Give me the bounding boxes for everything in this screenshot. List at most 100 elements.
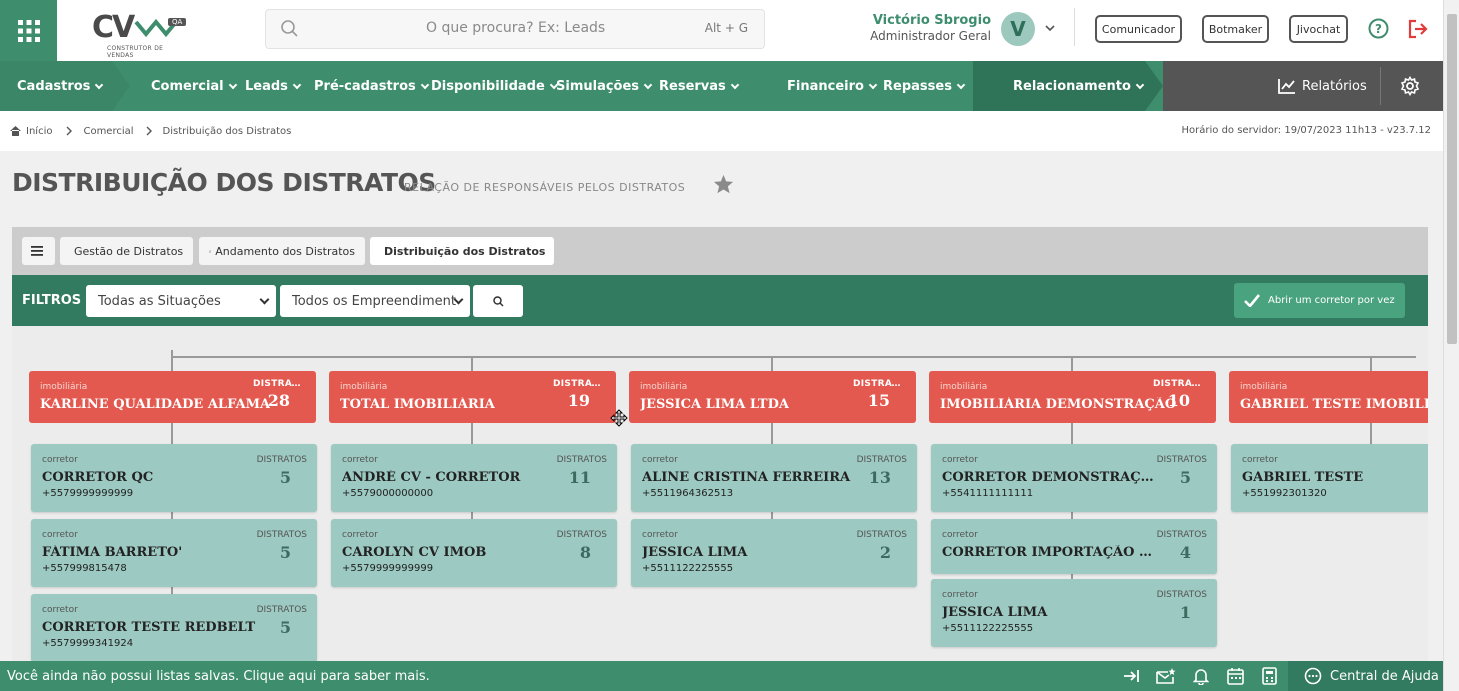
chevron-down-icon bbox=[1135, 80, 1145, 89]
nav-relatorios[interactable]: Relatórios bbox=[1278, 61, 1367, 111]
corretor-card[interactable]: corretor FÁTIMA BARRETO' +557999815478 D… bbox=[31, 519, 317, 587]
avatar[interactable]: V bbox=[1001, 12, 1035, 46]
imobiliaria-card[interactable]: imobiliária JESSICA LIMA LTDA DISTRAT...… bbox=[629, 371, 916, 423]
nav-relacionamento[interactable]: Relacionamento bbox=[1013, 61, 1145, 111]
breadcrumb-home[interactable]: Início bbox=[26, 126, 52, 137]
empreendimento-select[interactable]: Todos os Empreendiment bbox=[280, 285, 470, 317]
breadcrumb-comercial[interactable]: Comercial bbox=[83, 126, 133, 137]
corretor-card[interactable]: corretor JESSICA LIMA +5511122225555 DIS… bbox=[631, 519, 917, 587]
nav-label: Disponibilidade bbox=[431, 78, 545, 94]
corretor-phone: +5579999999999 bbox=[342, 563, 434, 574]
help-center-button[interactable]: Central de Ajuda bbox=[1288, 661, 1443, 691]
corretor-card[interactable]: corretor JESSICA LIMA +5511122225555 DIS… bbox=[931, 579, 1217, 647]
imobiliaria-card[interactable]: imobiliária IMOBILIÁRIA DEMONSTRAÇÃO DIS… bbox=[929, 371, 1216, 423]
corretor-phone: +5579000000000 bbox=[342, 488, 434, 499]
tab-distribuicao-distratos[interactable]: Distribuição dos Distratos bbox=[370, 237, 554, 265]
search-icon bbox=[281, 20, 298, 37]
calculator-icon[interactable] bbox=[1262, 667, 1277, 685]
corretor-name: CORRETOR DEMONSTRAÇÃO bbox=[942, 470, 1157, 485]
nav-disponibilidade[interactable]: Disponibilidade bbox=[431, 61, 559, 111]
user-name: Victório Sbrogio bbox=[872, 13, 991, 28]
distratos-count: 5 bbox=[1179, 468, 1191, 487]
jivochat-button[interactable]: Jivochat bbox=[1289, 15, 1348, 43]
check-icon bbox=[1244, 294, 1260, 307]
nav-comercial[interactable]: Comercial bbox=[151, 61, 237, 111]
distratos-count: 8 bbox=[579, 543, 591, 562]
distratos-count: 2 bbox=[879, 543, 891, 562]
vertical-scrollbar[interactable] bbox=[1443, 0, 1459, 691]
distratos-label: DISTRAT... bbox=[253, 379, 303, 389]
chevron-right-icon bbox=[146, 126, 152, 136]
nav-leads[interactable]: Leads bbox=[245, 61, 302, 111]
corretor-card[interactable]: corretor CORRETOR QC +5579999999999 DIST… bbox=[31, 444, 317, 512]
card-type: corretor bbox=[642, 455, 678, 465]
footer-bar: Você ainda não possui listas salvas. Cli… bbox=[0, 661, 1443, 691]
mail-star-icon[interactable] bbox=[1156, 667, 1176, 685]
chevron-down-icon bbox=[420, 80, 429, 89]
gear-icon[interactable] bbox=[1400, 76, 1420, 96]
card-type: corretor bbox=[342, 455, 378, 465]
collapse-right-icon[interactable] bbox=[1122, 667, 1140, 685]
imobiliaria-card[interactable]: imobiliária TOTAL IMOBILIÁRIA DISTRAT...… bbox=[329, 371, 616, 423]
logo-text: CV bbox=[92, 9, 135, 45]
corretor-card[interactable]: corretor GABRIEL TESTE +551992301320 bbox=[1231, 444, 1428, 512]
chevron-down-icon[interactable] bbox=[1044, 22, 1056, 34]
distratos-label: DISTRATOS bbox=[256, 530, 307, 540]
filter-search-button[interactable] bbox=[473, 285, 523, 317]
imobiliaria-name: IMOBILIÁRIA DEMONSTRAÇÃO bbox=[940, 397, 1177, 412]
corretor-card[interactable]: corretor CORRETOR IMPORTAÇÃO RES... DIST… bbox=[931, 519, 1217, 574]
distratos-count: 15 bbox=[867, 391, 890, 410]
cv-logo[interactable]: CV QA CONSTRUTOR DE VENDAS bbox=[92, 6, 187, 59]
botmaker-button[interactable]: Botmaker bbox=[1202, 15, 1269, 43]
svg-text:?: ? bbox=[1375, 22, 1382, 36]
corretor-card[interactable]: corretor CORRETOR TESTE REDBELT +5579999… bbox=[31, 594, 317, 661]
filters-bar: FILTROS Todas as Situações Todos os Empr… bbox=[12, 275, 1428, 326]
imobiliaria-card[interactable]: imobiliária GABRIEL TESTE IMOBILIÁRIA bbox=[1229, 371, 1428, 423]
card-type: corretor bbox=[42, 605, 78, 615]
corretor-card[interactable]: corretor ALINE CRISTINA FERREIRA +551196… bbox=[631, 444, 917, 512]
corretor-name: CORRETOR QC bbox=[42, 470, 154, 485]
open-one-broker-toggle[interactable]: Abrir um corretor por vez bbox=[1234, 283, 1405, 318]
tab-andamento-distratos[interactable]: Andamento dos Distratos bbox=[199, 237, 365, 265]
corretor-card[interactable]: corretor CAROLYN CV IMOB +5579999999999 … bbox=[331, 519, 617, 587]
nav-reservas[interactable]: Reservas bbox=[659, 61, 740, 111]
logout-icon[interactable] bbox=[1407, 18, 1429, 40]
global-search[interactable]: O que procura? Ex: Leads Alt + G bbox=[265, 9, 765, 49]
nav-cadastros[interactable]: Cadastros bbox=[17, 61, 104, 111]
corretor-name: FÁTIMA BARRETO' bbox=[42, 545, 183, 560]
tree-connector bbox=[1071, 356, 1073, 371]
situacao-select[interactable]: Todas as Situações bbox=[86, 285, 276, 317]
nav-financeiro[interactable]: Financeiro bbox=[787, 61, 878, 111]
star-icon[interactable] bbox=[713, 174, 734, 194]
help-icon[interactable]: ? bbox=[1368, 18, 1389, 39]
card-type: corretor bbox=[642, 530, 678, 540]
nav-repasses[interactable]: Repasses bbox=[883, 61, 966, 111]
corretor-card[interactable]: corretor CORRETOR DEMONSTRAÇÃO +55411111… bbox=[931, 444, 1217, 512]
imobiliaria-card[interactable]: imobiliária KARLINE QUALIDADE ALFAMA DIS… bbox=[29, 371, 316, 423]
comunicador-button[interactable]: Comunicador bbox=[1095, 15, 1182, 43]
top-header: CV QA CONSTRUTOR DE VENDAS O que procura… bbox=[0, 0, 1443, 61]
breadcrumb-current: Distribuição dos Distratos bbox=[162, 125, 292, 137]
tab-gestao-distratos[interactable]: Gestão de Distratos bbox=[60, 237, 193, 265]
nav-pre-cadastros[interactable]: Pré-cadastros bbox=[314, 61, 429, 111]
scrollbar-thumb[interactable] bbox=[1447, 14, 1457, 344]
logo-subtitle: CONSTRUTOR DE VENDAS bbox=[107, 44, 164, 59]
calendar-icon[interactable] bbox=[1227, 667, 1244, 685]
chevron-right-icon bbox=[66, 126, 73, 136]
corretor-name: CORRETOR TESTE REDBELT bbox=[42, 620, 256, 635]
user-info[interactable]: Victório Sbrogio Administrador Geral bbox=[860, 13, 991, 43]
apps-grid-button[interactable] bbox=[0, 0, 57, 61]
card-type: corretor bbox=[942, 455, 978, 465]
chevron-down-icon bbox=[228, 80, 237, 89]
distribution-tree: imobiliária KARLINE QUALIDADE ALFAMA DIS… bbox=[12, 326, 1428, 661]
saved-lists-message[interactable]: Você ainda não possui listas salvas. Cli… bbox=[7, 669, 430, 684]
nav-label: Cadastros bbox=[17, 78, 91, 94]
bell-icon[interactable] bbox=[1193, 667, 1209, 685]
card-type: imobiliária bbox=[340, 382, 388, 392]
nav-label: Reservas bbox=[659, 78, 726, 94]
menu-toggle-button[interactable] bbox=[22, 237, 55, 265]
imobiliaria-name: GABRIEL TESTE IMOBILIÁRIA bbox=[1240, 397, 1428, 412]
corretor-phone: +5511122225555 bbox=[642, 563, 734, 574]
corretor-card[interactable]: corretor ANDRÉ CV - CORRETOR +5579000000… bbox=[331, 444, 617, 512]
nav-simulacoes[interactable]: Simulações bbox=[556, 61, 653, 111]
